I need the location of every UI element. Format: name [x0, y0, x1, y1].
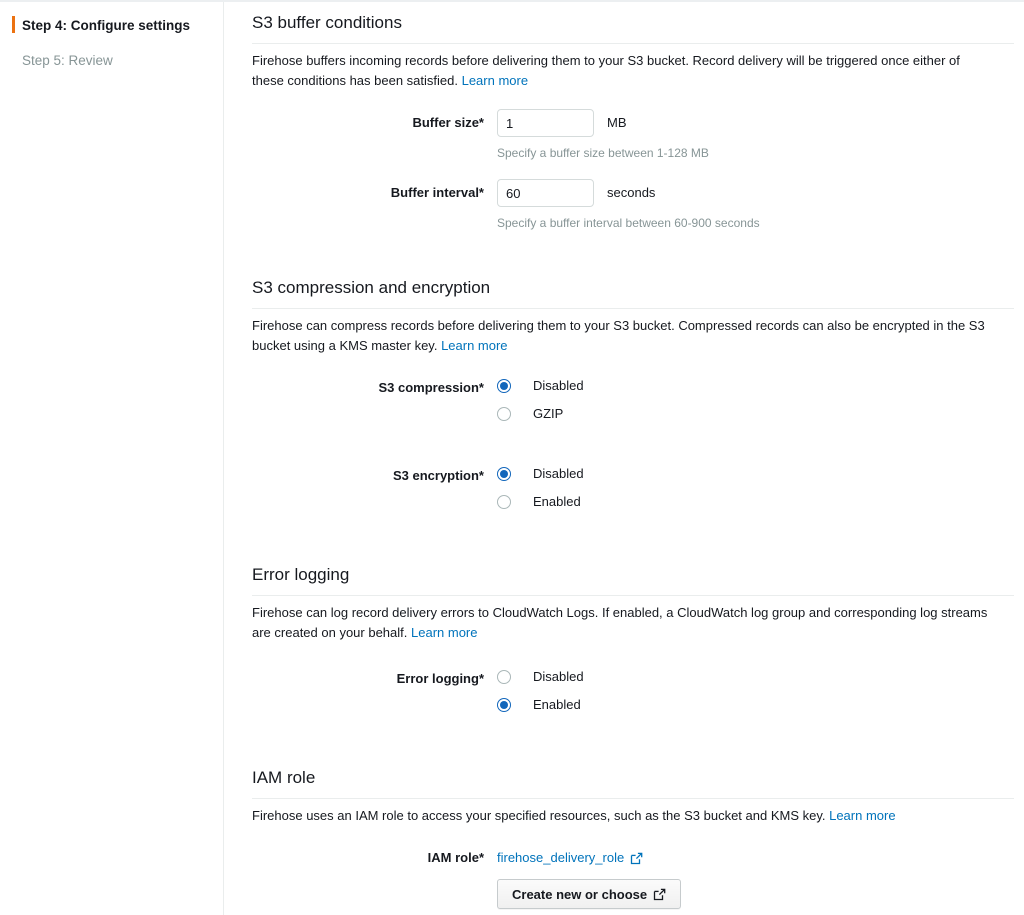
sidebar-step-configure-settings[interactable]: Step 4: Configure settings [0, 13, 223, 39]
label-buffer-interval: Buffer interval* [390, 185, 484, 200]
section-iam-role: IAM role Firehose uses an IAM role to ac… [252, 767, 1014, 909]
section-description-compression: Firehose can compress records before del… [252, 316, 992, 356]
label-error-logging: Error logging* [396, 671, 484, 686]
field-row-iam-role: IAM role* firehose_delivery_role Create … [252, 848, 1014, 909]
radio-dot-icon [497, 495, 511, 509]
section-title-iam-role: IAM role [252, 767, 1014, 799]
radio-label: Enabled [533, 697, 581, 712]
buffer-size-input[interactable] [497, 109, 594, 137]
radio-dot-icon [497, 407, 511, 421]
hint-buffer-size: Specify a buffer size between 1-128 MB [497, 146, 709, 160]
radio-label: Enabled [533, 494, 581, 509]
hint-buffer-interval: Specify a buffer interval between 60-900… [497, 216, 760, 230]
radio-dot-icon [497, 670, 511, 684]
radio-dot-icon [497, 379, 511, 393]
iam-role-link-line: firehose_delivery_role [497, 848, 1014, 868]
active-step-accent-bar [12, 16, 15, 33]
radio-dot-icon [497, 467, 511, 481]
top-edge-divider [0, 0, 1024, 2]
radio-s3-encryption-disabled[interactable]: Disabled [497, 462, 1014, 486]
label-s3-compression: S3 compression* [378, 380, 485, 395]
radio-group-s3-compression: Disabled GZIP [497, 374, 1014, 430]
radio-group-error-logging: Disabled Enabled [497, 665, 1014, 721]
radio-label: Disabled [533, 669, 584, 684]
radio-dot-icon [497, 698, 511, 712]
label-buffer-size: Buffer size* [412, 115, 484, 130]
label-s3-encryption: S3 encryption* [392, 468, 484, 483]
field-row-buffer-interval: Buffer interval* seconds Specify a buffe… [252, 179, 1014, 231]
sidebar-step-label: Step 5: Review [22, 53, 113, 68]
create-new-or-choose-button[interactable]: Create new or choose [497, 879, 682, 909]
radio-s3-encryption-enabled[interactable]: Enabled [497, 490, 1014, 514]
sidebar-step-label: Step 4: Configure settings [22, 18, 191, 33]
radio-label: Disabled [533, 378, 584, 393]
learn-more-link-compression[interactable]: Learn more [441, 338, 507, 353]
section-description-text: Firehose uses an IAM role to access your… [252, 808, 830, 823]
section-description-text: Firehose can compress records before del… [252, 318, 985, 353]
iam-role-link[interactable]: firehose_delivery_role [497, 848, 624, 868]
radio-label: Disabled [533, 466, 584, 481]
wizard-steps-sidebar: Step 4: Configure settings Step 5: Revie… [0, 0, 224, 915]
main-content: S3 buffer conditions Firehose buffers in… [224, 0, 1024, 915]
section-error-logging: Error logging Firehose can log record de… [252, 564, 1014, 721]
section-title-compression: S3 compression and encryption [252, 277, 1014, 309]
learn-more-link-buffer[interactable]: Learn more [462, 73, 528, 88]
section-title-error-logging: Error logging [252, 564, 1014, 596]
section-description-text: Firehose can log record delivery errors … [252, 605, 988, 640]
learn-more-link-error-logging[interactable]: Learn more [411, 625, 477, 640]
label-iam-role: IAM role* [427, 850, 484, 865]
section-title-buffer: S3 buffer conditions [252, 12, 1014, 44]
radio-label: GZIP [533, 406, 564, 421]
radio-error-logging-enabled[interactable]: Enabled [497, 693, 1014, 717]
section-s3-compression-encryption: S3 compression and encryption Firehose c… [252, 277, 1014, 518]
configure-settings-page: Step 4: Configure settings Step 5: Revie… [0, 0, 1024, 915]
sidebar-step-review[interactable]: Step 5: Review [0, 48, 223, 74]
radio-error-logging-disabled[interactable]: Disabled [497, 665, 1014, 689]
field-row-s3-encryption: S3 encryption* Disabled Enabled [252, 462, 1014, 518]
radio-group-s3-encryption: Disabled Enabled [497, 462, 1014, 518]
buffer-size-unit: MB [607, 115, 627, 130]
buffer-interval-unit: seconds [607, 185, 656, 200]
buffer-interval-input[interactable] [497, 179, 594, 207]
section-description-text: Firehose buffers incoming records before… [252, 53, 960, 88]
external-link-icon [630, 852, 643, 865]
external-link-icon [653, 888, 666, 901]
create-new-or-choose-label: Create new or choose [512, 886, 648, 902]
field-row-buffer-size: Buffer size* MB Specify a buffer size be… [252, 109, 1014, 161]
field-row-error-logging: Error logging* Disabled Enabled [252, 665, 1014, 721]
field-row-s3-compression: S3 compression* Disabled GZIP [252, 374, 1014, 430]
learn-more-link-iam-role[interactable]: Learn more [829, 808, 895, 823]
section-description-error-logging: Firehose can log record delivery errors … [252, 603, 992, 643]
radio-s3-compression-disabled[interactable]: Disabled [497, 374, 1014, 398]
section-description-buffer: Firehose buffers incoming records before… [252, 51, 992, 91]
radio-s3-compression-gzip[interactable]: GZIP [497, 402, 1014, 426]
section-s3-buffer-conditions: S3 buffer conditions Firehose buffers in… [252, 12, 1014, 231]
section-description-iam-role: Firehose uses an IAM role to access your… [252, 806, 992, 826]
